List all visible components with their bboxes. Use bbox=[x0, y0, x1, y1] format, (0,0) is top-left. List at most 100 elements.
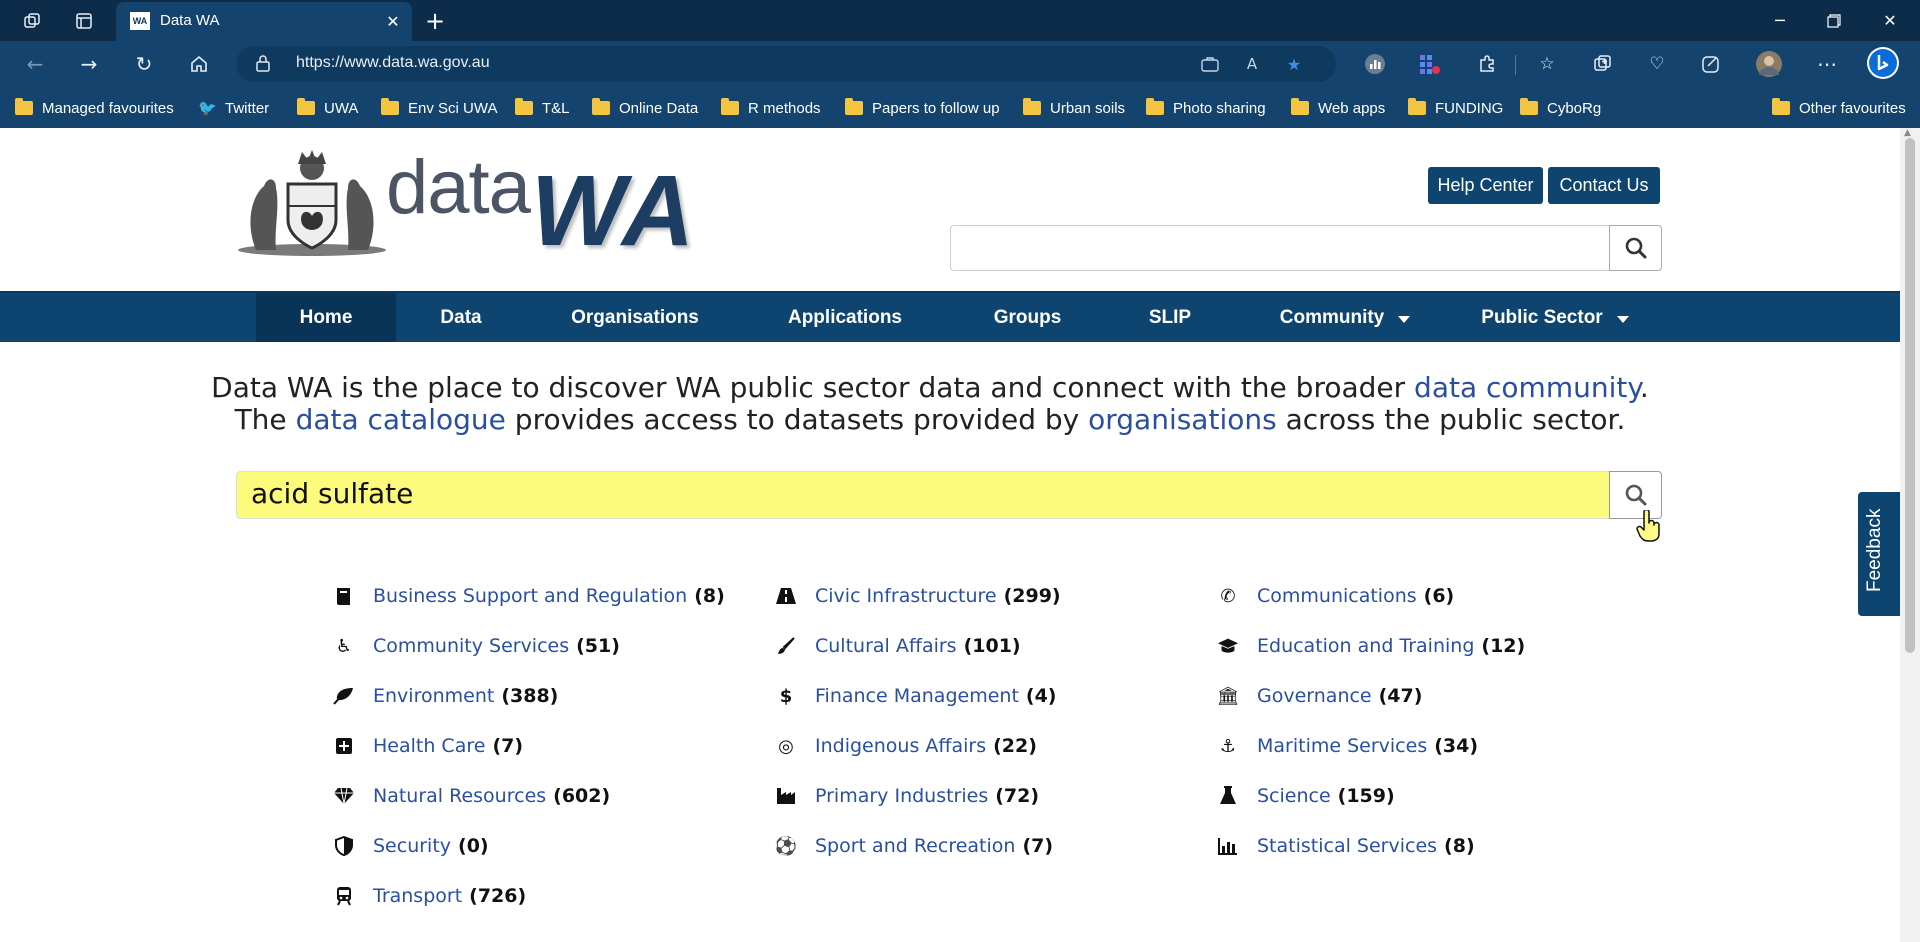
app-available-icon[interactable] bbox=[1198, 53, 1222, 75]
folder-icon bbox=[1520, 98, 1538, 115]
scroll-up-icon[interactable]: ▲ bbox=[1904, 128, 1911, 138]
bing-copilot-icon[interactable] bbox=[1866, 46, 1900, 80]
fav-photo-sharing[interactable]: Photo sharing bbox=[1146, 97, 1266, 119]
data-catalogue-link[interactable]: data catalogue bbox=[296, 403, 506, 436]
search-icon bbox=[1625, 237, 1646, 259]
favourites-bar: Managed favourites 🐦 Twitter UWA Env Sci … bbox=[0, 87, 1920, 129]
nav-slip[interactable]: SLIP bbox=[1110, 293, 1230, 342]
hand-cursor-icon bbox=[1636, 510, 1660, 542]
organisations-link[interactable]: organisations bbox=[1088, 403, 1277, 436]
category-natural-resources[interactable]: Natural Resources (602) bbox=[333, 783, 610, 809]
refresh-icon[interactable]: ↻ bbox=[127, 49, 161, 79]
diamond-icon bbox=[333, 785, 355, 807]
home-icon[interactable] bbox=[182, 49, 216, 79]
restore-icon[interactable] bbox=[1806, 0, 1862, 41]
scrollbar-thumb[interactable] bbox=[1905, 138, 1915, 653]
book-icon bbox=[333, 585, 355, 607]
category-business-support[interactable]: Business Support and Regulation (8) bbox=[333, 583, 725, 609]
copilot-share-icon[interactable] bbox=[1698, 51, 1724, 77]
data-wa-logo[interactable]: data WA bbox=[236, 145, 726, 267]
more-options-icon[interactable]: ⋯ bbox=[1814, 51, 1840, 77]
dataset-search-input[interactable]: acid sulfate bbox=[236, 471, 1610, 519]
fav-r-methods[interactable]: R methods bbox=[721, 97, 821, 119]
train-icon bbox=[333, 885, 355, 907]
favourites-icon[interactable]: ☆ bbox=[1534, 51, 1560, 77]
profile-avatar[interactable] bbox=[1756, 51, 1782, 77]
extension-chart-icon[interactable] bbox=[1362, 51, 1388, 77]
soccer-ball-icon: ⚽ bbox=[774, 835, 798, 857]
favourite-star-icon[interactable]: ★ bbox=[1282, 53, 1306, 75]
folder-icon bbox=[1772, 98, 1790, 115]
folder-icon bbox=[515, 98, 533, 115]
tab-actions-icon[interactable] bbox=[60, 0, 108, 41]
fav-urban-soils[interactable]: Urban soils bbox=[1023, 97, 1125, 119]
forward-icon[interactable]: → bbox=[72, 49, 106, 79]
nav-community[interactable]: Community bbox=[1250, 293, 1440, 342]
lock-icon[interactable] bbox=[256, 54, 270, 76]
category-education-and-training[interactable]: Education and Training (12) bbox=[1217, 633, 1525, 659]
close-tab-icon[interactable]: ✕ bbox=[382, 10, 404, 32]
graduation-cap-icon bbox=[1217, 635, 1239, 657]
extensions-icon[interactable] bbox=[1474, 51, 1500, 77]
new-tab-button[interactable]: + bbox=[420, 6, 450, 36]
category-sport-and-recreation[interactable]: ⚽ Sport and Recreation (7) bbox=[775, 833, 1053, 859]
minimize-icon[interactable]: ─ bbox=[1752, 0, 1808, 41]
fav-t-and-l[interactable]: T&L bbox=[515, 97, 570, 119]
bullseye-icon: ◎ bbox=[778, 735, 794, 757]
fav-papers-to-follow-up[interactable]: Papers to follow up bbox=[845, 97, 1000, 119]
feedback-tab[interactable]: Feedback bbox=[1858, 492, 1900, 616]
nav-groups[interactable]: Groups bbox=[960, 293, 1095, 342]
fav-managed-favourites[interactable]: Managed favourites bbox=[15, 97, 174, 119]
category-security[interactable]: Security (0) bbox=[333, 833, 489, 859]
fav-env-sci-uwa[interactable]: Env Sci UWA bbox=[381, 97, 497, 119]
header-search-button[interactable] bbox=[1609, 225, 1662, 271]
back-icon[interactable]: ← bbox=[18, 49, 52, 79]
category-transport[interactable]: Transport (726) bbox=[333, 883, 526, 909]
header-search-input[interactable] bbox=[950, 225, 1610, 271]
category-communications[interactable]: ✆ Communications (6) bbox=[1217, 583, 1454, 609]
address-bar[interactable]: https://www.data.wa.gov.au A ★ bbox=[236, 46, 1336, 82]
category-health-care[interactable]: Health Care (7) bbox=[333, 733, 523, 759]
nav-organisations[interactable]: Organisations bbox=[540, 293, 730, 342]
workspaces-icon[interactable] bbox=[8, 0, 56, 41]
fav-funding[interactable]: FUNDING bbox=[1408, 97, 1503, 119]
category-cultural-affairs[interactable]: Cultural Affairs (101) bbox=[775, 633, 1021, 659]
fav-other-favourites[interactable]: Other favourites bbox=[1772, 97, 1906, 119]
category-environment[interactable]: Environment (388) bbox=[333, 683, 558, 709]
category-civic-infrastructure[interactable]: Civic Infrastructure (299) bbox=[775, 583, 1061, 609]
phone-icon: ✆ bbox=[1220, 585, 1236, 607]
wa-coat-of-arms-icon bbox=[238, 150, 386, 256]
fav-online-data[interactable]: Online Data bbox=[592, 97, 698, 119]
contact-us-button[interactable]: Contact Us bbox=[1548, 167, 1660, 204]
chevron-down-icon bbox=[1616, 315, 1629, 323]
folder-icon bbox=[1023, 98, 1041, 115]
fav-web-apps[interactable]: Web apps bbox=[1291, 97, 1385, 119]
folder-icon bbox=[845, 98, 863, 115]
category-community-services[interactable]: ♿ Community Services (51) bbox=[333, 633, 620, 659]
tab-data-wa[interactable]: WA Data WA ✕ bbox=[116, 2, 412, 41]
category-maritime-services[interactable]: ⚓ Maritime Services (34) bbox=[1217, 733, 1478, 759]
collections-icon[interactable] bbox=[1590, 51, 1616, 77]
browser-essentials-icon[interactable]: ♡ bbox=[1644, 51, 1670, 77]
category-indigenous-affairs[interactable]: ◎ Indigenous Affairs (22) bbox=[775, 733, 1037, 759]
category-governance[interactable]: 🏛 Governance (47) bbox=[1217, 683, 1423, 709]
leaf-icon bbox=[333, 685, 355, 707]
nav-home[interactable]: Home bbox=[256, 293, 396, 342]
extension-grid-icon[interactable] bbox=[1416, 51, 1442, 77]
fav-twitter[interactable]: 🐦 Twitter bbox=[198, 97, 269, 119]
category-finance-management[interactable]: $ Finance Management (4) bbox=[775, 683, 1057, 709]
fav-cyborg[interactable]: CyboRg bbox=[1520, 97, 1601, 119]
category-primary-industries[interactable]: Primary Industries (72) bbox=[775, 783, 1039, 809]
page-scrollbar[interactable]: ▲ bbox=[1900, 128, 1920, 942]
close-window-icon[interactable]: ✕ bbox=[1862, 0, 1918, 41]
read-aloud-icon[interactable]: A bbox=[1240, 53, 1264, 75]
nav-applications[interactable]: Applications bbox=[755, 293, 935, 342]
nav-public-sector[interactable]: Public Sector bbox=[1455, 293, 1655, 342]
tab-title: Data WA bbox=[160, 12, 220, 29]
fav-uwa[interactable]: UWA bbox=[297, 97, 358, 119]
nav-data[interactable]: Data bbox=[396, 293, 526, 342]
help-center-button[interactable]: Help Center bbox=[1428, 167, 1543, 204]
category-statistical-services[interactable]: Statistical Services (8) bbox=[1217, 833, 1475, 859]
data-community-link[interactable]: data community bbox=[1414, 371, 1640, 404]
category-science[interactable]: Science (159) bbox=[1217, 783, 1395, 809]
